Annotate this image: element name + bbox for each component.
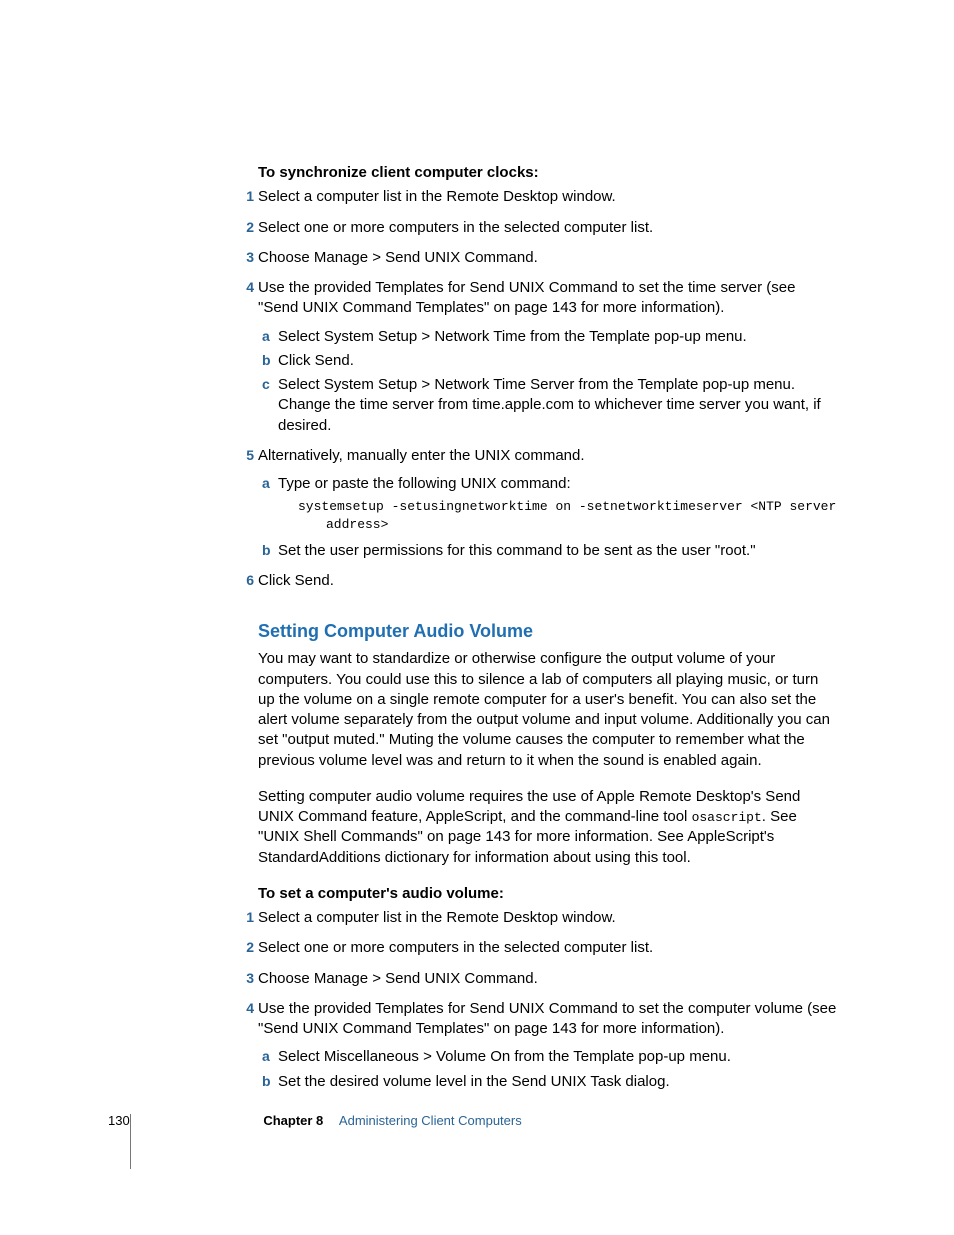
page-number: 130 [108, 1112, 130, 1130]
substep: a Type or paste the following UNIX comma… [278, 474, 839, 535]
step-text: Select a computer list in the Remote Des… [258, 188, 616, 205]
step: 1 Select a computer list in the Remote D… [258, 908, 839, 928]
section-heading-volume: Setting Computer Audio Volume [258, 619, 839, 643]
step-marker: 1 [242, 187, 254, 206]
paragraph: Setting computer audio volume requires t… [258, 787, 839, 868]
substep: c Select System Setup > Network Time Ser… [278, 375, 839, 436]
inline-code: osascript [692, 810, 762, 825]
code-line: address> [298, 516, 839, 534]
step-text: Click Send. [258, 572, 334, 589]
code-block: systemsetup -setusingnetworktime on -set… [298, 498, 839, 534]
paragraph: You may want to standardize or otherwise… [258, 649, 839, 771]
steps-sync: 1 Select a computer list in the Remote D… [258, 187, 839, 591]
step-text: Alternatively, manually enter the UNIX c… [258, 447, 585, 464]
chapter-title: Administering Client Computers [339, 1113, 522, 1128]
step-marker: 2 [242, 218, 254, 237]
step-marker: 2 [242, 938, 254, 957]
step-text: Use the provided Templates for Send UNIX… [258, 279, 795, 316]
substep-text: Select System Setup > Network Time Serve… [278, 376, 821, 434]
substep-marker: b [262, 1072, 274, 1091]
step-marker: 6 [242, 571, 254, 590]
step: 1 Select a computer list in the Remote D… [258, 187, 839, 207]
page-footer: 130 Chapter 8 Administering Client Compu… [108, 1112, 848, 1130]
step: 2 Select one or more computers in the se… [258, 938, 839, 958]
code-line: systemsetup -setusingnetworktime on -set… [298, 498, 839, 516]
substep-marker: a [262, 474, 274, 493]
step-text: Choose Manage > Send UNIX Command. [258, 249, 538, 266]
substep: b Set the user permissions for this comm… [278, 541, 839, 561]
step-marker: 5 [242, 446, 254, 465]
step: 4 Use the provided Templates for Send UN… [258, 999, 839, 1092]
substep-text: Select Miscellaneous > Volume On from th… [278, 1048, 731, 1065]
substep-text: Set the desired volume level in the Send… [278, 1073, 670, 1090]
step-text: Use the provided Templates for Send UNIX… [258, 1000, 836, 1037]
step-marker: 1 [242, 908, 254, 927]
substep-text: Click Send. [278, 352, 354, 369]
step: 2 Select one or more computers in the se… [258, 218, 839, 238]
step: 4 Use the provided Templates for Send UN… [258, 278, 839, 436]
steps-volume: 1 Select a computer list in the Remote D… [258, 908, 839, 1092]
step-marker: 4 [242, 278, 254, 297]
substep-text: Select System Setup > Network Time from … [278, 328, 747, 345]
footer-divider [130, 1114, 131, 1169]
substeps: a Select Miscellaneous > Volume On from … [278, 1047, 839, 1092]
substep: b Click Send. [278, 351, 839, 371]
step-marker: 4 [242, 999, 254, 1018]
step-text: Select a computer list in the Remote Des… [258, 909, 616, 926]
step: 5 Alternatively, manually enter the UNIX… [258, 446, 839, 561]
substep: a Select System Setup > Network Time fro… [278, 327, 839, 347]
step: 3 Choose Manage > Send UNIX Command. [258, 969, 839, 989]
substeps: a Type or paste the following UNIX comma… [278, 474, 839, 561]
chapter-label: Chapter 8 [263, 1113, 323, 1128]
substep: a Select Miscellaneous > Volume On from … [278, 1047, 839, 1067]
step-marker: 3 [242, 248, 254, 267]
substep-marker: b [262, 351, 274, 370]
lead-in-sync: To synchronize client computer clocks: [258, 163, 839, 183]
step-text: Choose Manage > Send UNIX Command. [258, 970, 538, 987]
substeps: a Select System Setup > Network Time fro… [278, 327, 839, 436]
substep-text: Type or paste the following UNIX command… [278, 475, 571, 492]
step: 3 Choose Manage > Send UNIX Command. [258, 248, 839, 268]
lead-in-volume: To set a computer's audio volume: [258, 884, 839, 904]
step: 6 Click Send. [258, 571, 839, 591]
substep-marker: a [262, 327, 274, 346]
substep-marker: a [262, 1047, 274, 1066]
substep: b Set the desired volume level in the Se… [278, 1072, 839, 1092]
substep-text: Set the user permissions for this comman… [278, 542, 756, 559]
step-text: Select one or more computers in the sele… [258, 939, 653, 956]
substep-marker: b [262, 541, 274, 560]
step-marker: 3 [242, 969, 254, 988]
substep-marker: c [262, 375, 274, 394]
step-text: Select one or more computers in the sele… [258, 219, 653, 236]
